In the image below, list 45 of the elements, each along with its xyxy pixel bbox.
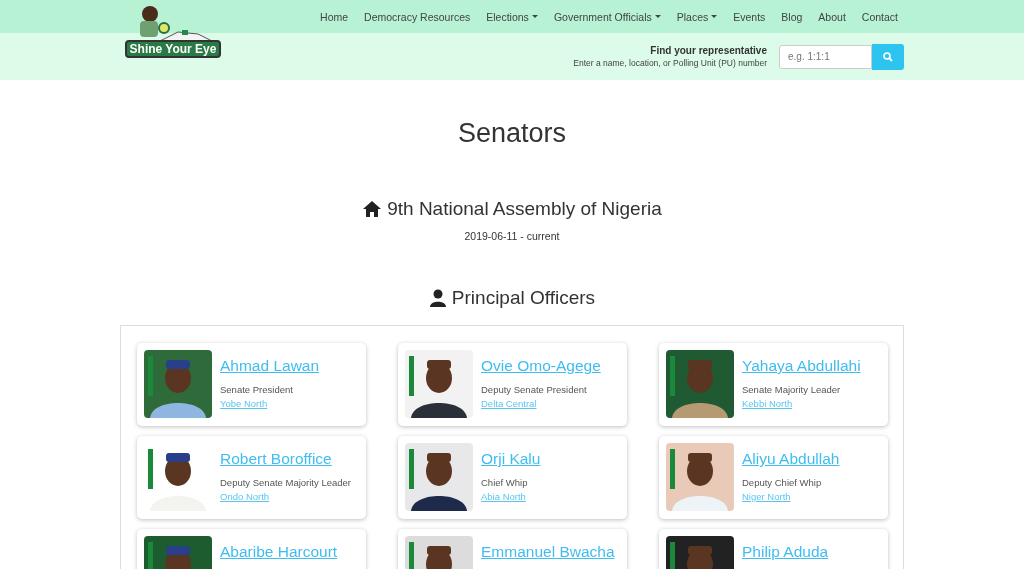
officer-role: Deputy Chief Whip <box>742 477 823 488</box>
nav-link[interactable]: Home <box>312 0 357 33</box>
officer-name-link[interactable]: Ovie Omo-Agege <box>481 357 601 375</box>
officer-name-link[interactable]: Philip Aduda <box>742 543 829 561</box>
officer-name-link[interactable]: Yahaya Abdullahi <box>742 357 861 375</box>
person-icon <box>428 289 447 307</box>
district-link[interactable]: Yobe North <box>220 398 320 409</box>
logo-text[interactable]: Shine Your Eye <box>124 40 222 58</box>
officer-name-link[interactable]: Robert Boroffice <box>220 450 351 468</box>
district-link[interactable]: Ondo North <box>220 491 351 502</box>
search-field[interactable]: e.g. 1:1:1 <box>779 44 872 69</box>
officer-role: Deputy Senate President <box>481 384 588 395</box>
officer-name-link[interactable]: Emmanuel Bwacha <box>481 543 615 561</box>
officer-role: Chief Whip <box>481 477 529 488</box>
nav-link[interactable]: Events <box>725 0 774 33</box>
section-title: Principal Officers <box>451 287 596 309</box>
nav-link[interactable]: Contact <box>853 0 906 33</box>
home-icon <box>362 200 383 218</box>
district-link[interactable]: Delta Central <box>481 398 601 409</box>
nav-link[interactable]: About <box>810 0 854 33</box>
caret-icon <box>711 15 718 18</box>
officer-name-link[interactable]: Abaribe Harcourt <box>220 543 338 561</box>
finder-hint: Enter a name, location, or Polling Unit (PU) number <box>573 58 767 68</box>
caret-icon <box>654 15 661 18</box>
assembly-dates: 2019-06-11 - current <box>464 230 560 242</box>
district-link[interactable]: Abia North <box>481 491 541 502</box>
caret-icon <box>531 15 538 18</box>
officer-name-link[interactable]: Orji Kalu <box>481 450 541 468</box>
search-icon <box>883 51 893 62</box>
finder-title: Find your representative <box>650 45 767 56</box>
district-link[interactable]: Kebbi North <box>742 398 861 409</box>
nav-link[interactable]: Government Officials <box>545 0 669 33</box>
nav-link[interactable]: Places <box>668 0 726 33</box>
page-title: Senators <box>457 118 567 149</box>
district-link[interactable]: Niger North <box>742 491 840 502</box>
officer-role: Senate Majority Leader <box>742 384 842 395</box>
officer-role: Senate President <box>220 384 294 395</box>
nav-link[interactable]: Democracy Resources <box>356 0 479 33</box>
assembly-title: 9th National Assembly of Nigeria <box>387 198 662 220</box>
nav-link[interactable]: Elections <box>478 0 546 33</box>
officer-role: Deputy Senate Majority Leader <box>220 477 351 488</box>
officer-name-link[interactable]: Ahmad Lawan <box>220 357 320 375</box>
nav-link[interactable]: Blog <box>773 0 811 33</box>
search-button[interactable] <box>872 43 904 70</box>
officer-name-link[interactable]: Aliyu Abdullah <box>742 450 840 468</box>
